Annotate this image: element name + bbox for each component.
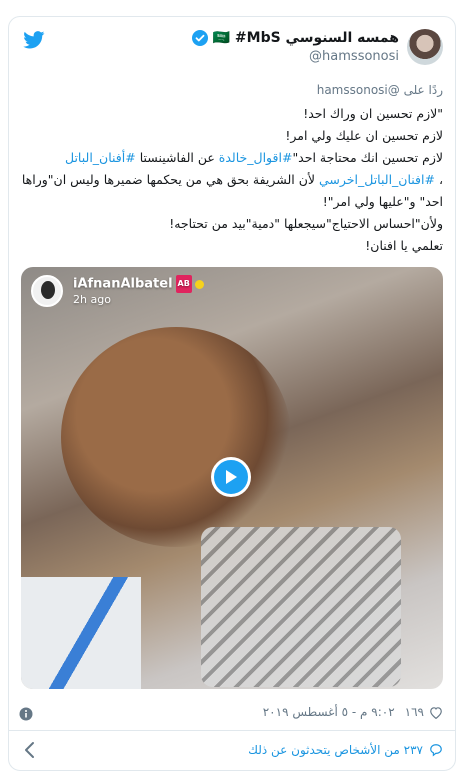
video-frame-shape (201, 527, 401, 687)
verified-badge-icon (191, 30, 208, 46)
info-icon[interactable] (19, 707, 33, 721)
author-name[interactable]: همسه السنوسي 🇸🇦 #MbS (213, 30, 399, 46)
tweet-text-fragment: لازم تحسين انك محتاجة احد" (292, 150, 443, 165)
video-overlay-header: iAfnanAlbatel AB 2h ago (31, 275, 204, 307)
likes-count: ١٦٩ (404, 705, 424, 719)
reply-prefix: ردًا على (403, 83, 443, 97)
tweet-line: لازم تحسين انك محتاجة احد"#اقوال_خالدة ع… (21, 147, 443, 169)
tweet-line: لازم تحسين ان عليك ولي امر! (285, 128, 443, 143)
likes-button[interactable]: ١٦٩ (405, 705, 443, 719)
hashtag-link[interactable]: #أفنان_الباتل (65, 150, 136, 165)
play-button[interactable] (211, 457, 251, 497)
author-handle[interactable]: @hamssonosi (192, 49, 399, 64)
tweet-meta-row: ١٦٩ ٩:٠٢ م - ٥ أغسطس ٢٠١٩ (21, 702, 443, 722)
reply-bubble-icon (430, 744, 442, 757)
video-frame-shape (61, 327, 291, 547)
video-user-badge: AB (175, 275, 192, 293)
tweet-line: ، #افنان_الباتل_اخرسي لأن الشريفة بحق هي… (21, 172, 443, 209)
twitter-logo-icon[interactable] (23, 31, 45, 49)
video-username-text: iAfnanAlbatel (73, 276, 173, 292)
tweet-line: تعلمي يا افنان! (365, 238, 443, 253)
video-user-avatar (31, 275, 63, 307)
people-talking-text[interactable]: ٢٣٧ من الأشخاص يتحدثون عن ذلك (248, 743, 423, 757)
reply-context: ردًا على @hamssonosi (317, 83, 443, 97)
heart-icon (430, 706, 442, 719)
reply-mention-link[interactable]: @hamssonosi (317, 83, 400, 97)
hashtag-link[interactable]: #افنان_الباتل_اخرسي (319, 172, 435, 187)
video-media[interactable]: iAfnanAlbatel AB 2h ago (21, 267, 443, 689)
hashtag-link[interactable]: #اقوال_خالدة (219, 150, 293, 165)
tweet-text-fragment: عن الفاشينستا (135, 150, 219, 165)
tweet-timestamp[interactable]: ٩:٠٢ م - ٥ أغسطس ٢٠١٩ (263, 705, 395, 719)
play-icon (226, 470, 237, 484)
tweet-line: ولأن"احساس الاحتياج"سيجعلها "دمية"بيد من… (169, 216, 443, 231)
video-frame-shape (21, 577, 141, 689)
tweet-card: همسه السنوسي 🇸🇦 #MbS @hamssonosi ردًا عل… (8, 16, 456, 771)
tweet-line: "لازم تحسين ان وراك احد! (303, 106, 443, 121)
author-block[interactable]: همسه السنوسي 🇸🇦 #MbS @hamssonosi (191, 30, 399, 64)
video-username: iAfnanAlbatel AB (73, 275, 204, 293)
divider (9, 730, 455, 731)
tweet-text: "لازم تحسين ان وراك احد! لازم تحسين ان ع… (21, 103, 443, 257)
author-avatar[interactable] (407, 29, 443, 65)
chevron-left-icon[interactable] (23, 741, 37, 759)
video-time-ago: 2h ago (73, 293, 111, 306)
star-badge-icon (194, 279, 204, 289)
conversation-link[interactable]: ٢٣٧ من الأشخاص يتحدثون عن ذلك (21, 739, 443, 761)
